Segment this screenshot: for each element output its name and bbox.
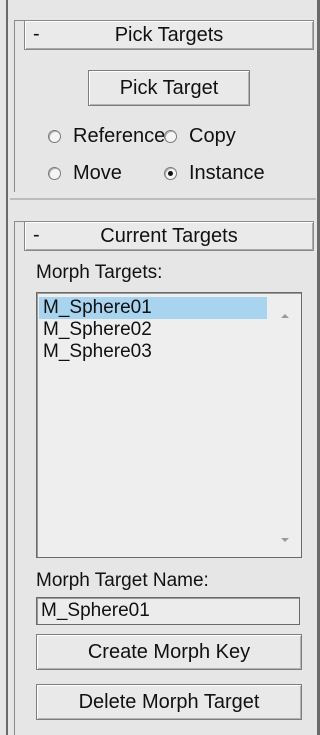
morph-target-name-label: Morph Target Name: [36,570,209,591]
rollout-group-line [14,235,15,735]
list-item[interactable]: M_Sphere03 [39,341,267,363]
morph-target-name-field[interactable]: M_Sphere01 [36,597,300,625]
rollout-group-line [14,34,15,192]
radio-label: Move [73,162,122,184]
radio-circle[interactable] [48,129,61,143]
pick-targets-rollout-header[interactable]: - Pick Targets [24,20,314,50]
rollout-title: Current Targets [100,225,238,247]
radio-copy[interactable]: Copy [164,124,236,148]
pick-target-button[interactable]: Pick Target [88,70,250,106]
scroll-up-arrow-icon[interactable] [281,314,289,318]
morph-targets-label: Morph Targets: [36,262,163,283]
current-targets-rollout-header[interactable]: - Current Targets [24,221,314,251]
list-items: M_Sphere01 M_Sphere02 M_Sphere03 [39,297,267,363]
list-item[interactable]: M_Sphere01 [39,297,267,319]
radio-circle[interactable] [48,166,61,180]
list-item[interactable]: M_Sphere02 [39,319,267,341]
panel-left-border [6,0,8,735]
create-morph-key-button[interactable]: Create Morph Key [36,634,302,670]
radio-label: Reference [73,125,166,147]
radio-reference[interactable]: Reference [48,124,165,148]
radio-instance[interactable]: Instance [164,161,265,185]
list-scrollbar[interactable] [270,294,300,556]
morph-targets-listbox[interactable]: M_Sphere01 M_Sphere02 M_Sphere03 [36,292,302,558]
scroll-down-arrow-icon[interactable] [281,538,289,542]
radio-label: Copy [189,125,236,147]
rollout-separator [10,198,316,200]
rollout-title: Pick Targets [114,24,224,46]
radio-circle-selected[interactable] [164,166,177,180]
radio-circle[interactable] [164,129,177,143]
radio-move[interactable]: Move [48,161,122,185]
radio-label: Instance [189,162,265,184]
delete-morph-target-button[interactable]: Delete Morph Target [36,684,302,720]
